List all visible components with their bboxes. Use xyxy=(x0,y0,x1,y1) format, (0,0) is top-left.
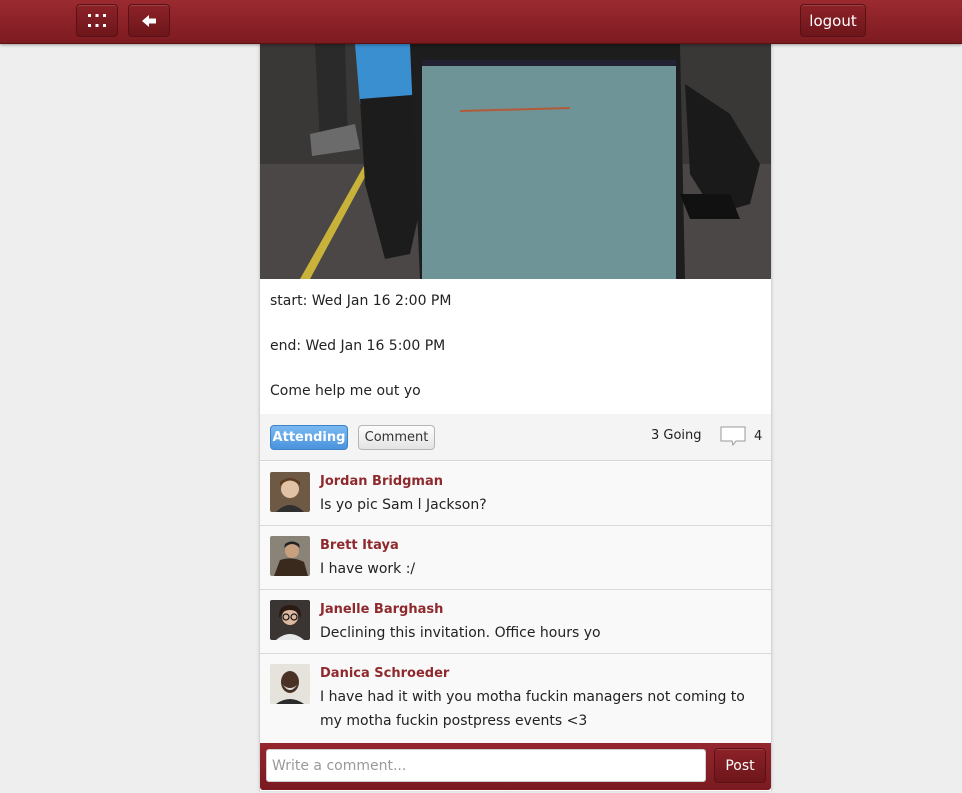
comment-count-link[interactable]: 4 xyxy=(720,426,762,446)
event-start: start: Wed Jan 16 2:00 PM xyxy=(270,293,452,309)
logout-button[interactable]: logout xyxy=(800,4,866,37)
top-bar: logout xyxy=(0,0,962,44)
comment-author[interactable]: Danica Schroeder xyxy=(320,666,449,681)
comment-text: I have had it with you motha fuckin mana… xyxy=(320,689,745,729)
comment-text: Is yo pic Sam l Jackson? xyxy=(320,497,487,513)
arrow-left-icon xyxy=(142,14,156,27)
grid-icon xyxy=(88,13,106,27)
post-button[interactable]: Post xyxy=(714,748,766,783)
comment-author[interactable]: Janelle Barghash xyxy=(320,602,443,617)
comment-text: Declining this invitation. Office hours … xyxy=(320,625,601,641)
speech-bubble-icon xyxy=(720,426,746,446)
attending-button[interactable]: Attending xyxy=(270,425,348,450)
going-count[interactable]: 3 Going xyxy=(651,428,702,443)
comment-text: I have work :/ xyxy=(320,561,416,577)
event-details: start: Wed Jan 16 2:00 PM end: Wed Jan 1… xyxy=(270,293,451,428)
comment-composer: Post xyxy=(260,743,771,790)
comment-list: Jordan Bridgman Is yo pic Sam l Jackson?… xyxy=(260,462,771,744)
avatar[interactable] xyxy=(270,664,310,704)
back-button[interactable] xyxy=(128,4,170,37)
avatar[interactable] xyxy=(270,536,310,576)
comment-item: Danica Schroeder I have had it with you … xyxy=(260,654,771,744)
menu-button[interactable] xyxy=(76,4,118,37)
comment-count: 4 xyxy=(754,428,763,444)
event-end: end: Wed Jan 16 5:00 PM xyxy=(270,338,446,354)
event-photo xyxy=(260,44,771,279)
comment-author[interactable]: Jordan Bridgman xyxy=(320,474,443,489)
comment-item: Jordan Bridgman Is yo pic Sam l Jackson? xyxy=(260,462,771,526)
comment-item: Brett Itaya I have work :/ xyxy=(260,526,771,590)
comment-input[interactable] xyxy=(266,749,706,782)
comment-item: Janelle Barghash Declining this invitati… xyxy=(260,590,771,654)
comment-button[interactable]: Comment xyxy=(358,425,435,450)
avatar[interactable] xyxy=(270,472,310,512)
actions-bar: Attending Comment 3 Going 4 xyxy=(260,414,771,461)
event-card: start: Wed Jan 16 2:00 PM end: Wed Jan 1… xyxy=(259,44,772,791)
avatar[interactable] xyxy=(270,600,310,640)
comment-author[interactable]: Brett Itaya xyxy=(320,538,399,553)
